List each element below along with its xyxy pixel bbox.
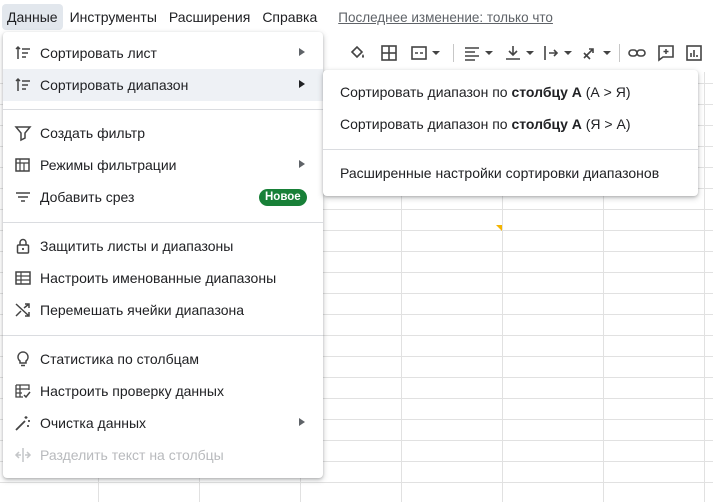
menu-item-label: Создать фильтр (40, 125, 145, 141)
named-ranges-icon (14, 269, 32, 287)
menu-item-label: Сортировать диапазон (40, 77, 189, 93)
submenu-arrow-icon (299, 160, 305, 168)
menu-item-label: Настроить проверку данных (40, 383, 224, 399)
filter-views-icon (14, 156, 32, 174)
toolbar-divider (619, 44, 620, 62)
filter-icon (14, 124, 32, 142)
link-icon[interactable] (627, 42, 647, 64)
merge-cells-icon[interactable] (409, 42, 441, 64)
submenu-item-column: столбцу A (511, 116, 582, 132)
menu-help[interactable]: Справка (257, 4, 322, 30)
text-rotation-icon[interactable] (580, 42, 612, 64)
new-badge: Новое (259, 189, 307, 206)
magic-wand-icon (14, 414, 32, 432)
menu-item-create-filter[interactable]: Создать фильтр (3, 117, 323, 149)
menu-tools[interactable]: Инструменты (65, 4, 162, 30)
menu-item-randomize[interactable]: Перемешать ячейки диапазона (3, 294, 323, 326)
menu-item-label: Разделить текст на столбцы (40, 447, 224, 463)
menu-divider (3, 335, 323, 336)
submenu-item-sort-za[interactable]: Сортировать диапазон по столбцу A (Я > А… (340, 116, 631, 132)
lightbulb-icon (14, 350, 32, 368)
menu-divider (3, 109, 323, 110)
fill-color-icon[interactable] (348, 42, 368, 64)
menu-item-label: Настроить именованные диапазоны (40, 270, 277, 286)
menu-item-label: Статистика по столбцам (40, 351, 200, 367)
menu-data[interactable]: Данные (2, 4, 63, 30)
data-menu: Сортировать лист Сортировать диапазон Со… (3, 32, 323, 478)
last-edit-link[interactable]: Последнее изменение: только что (338, 10, 553, 25)
menu-item-named-ranges[interactable]: Настроить именованные диапазоны (3, 262, 323, 294)
menu-item-data-validation[interactable]: Настроить проверку данных (3, 375, 323, 407)
submenu-item-sort-az[interactable]: Сортировать диапазон по столбцу A (А > Я… (340, 84, 631, 100)
submenu-item-advanced-sort[interactable]: Расширенные настройки сортировки диапазо… (340, 165, 659, 181)
menu-divider (3, 222, 323, 223)
menu-item-protect[interactable]: Защитить листы и диапазоны (3, 230, 323, 262)
comment-icon[interactable] (656, 42, 676, 64)
menu-extensions[interactable]: Расширения (164, 4, 255, 30)
menu-item-label: Режимы фильтрации (40, 157, 177, 173)
menu-item-split-text: Разделить текст на столбцы (3, 439, 323, 471)
submenu-item-order: (А > Я) (581, 84, 631, 100)
sort-range-submenu: Сортировать диапазон по столбцу A (А > Я… (323, 70, 698, 196)
cell-indicator (496, 225, 502, 231)
menu-item-label: Защитить листы и диапазоны (40, 238, 234, 254)
menu-item-add-slicer[interactable]: Добавить срез Новое (3, 181, 323, 213)
submenu-arrow-icon (299, 418, 305, 426)
align-left-icon[interactable] (462, 42, 494, 64)
submenu-item-order: (Я > А) (581, 116, 631, 132)
submenu-arrow-icon (299, 48, 305, 56)
menu-item-label: Перемешать ячейки диапазона (40, 302, 245, 318)
submenu-item-label: Сортировать диапазон по (340, 116, 512, 132)
vertical-align-icon[interactable] (503, 42, 535, 64)
menu-item-label: Сортировать лист (40, 45, 157, 61)
chart-icon[interactable] (684, 42, 704, 64)
menu-item-sort-sheet[interactable]: Сортировать лист (3, 37, 323, 69)
submenu-divider (323, 149, 698, 150)
submenu-arrow-icon (299, 80, 305, 88)
menu-item-filter-views[interactable]: Режимы фильтрации (3, 149, 323, 181)
toolbar-divider (453, 44, 454, 62)
menu-item-sort-range[interactable]: Сортировать диапазон (3, 69, 323, 101)
slicer-icon (14, 188, 32, 206)
sort-icon (14, 44, 32, 62)
text-wrap-icon[interactable] (541, 42, 573, 64)
sort-icon (14, 76, 32, 94)
submenu-item-column: столбцу A (511, 84, 582, 100)
borders-icon[interactable] (379, 42, 399, 64)
validation-icon (14, 382, 32, 400)
menu-item-data-cleanup[interactable]: Очистка данных (3, 407, 323, 439)
menu-item-label: Очистка данных (40, 415, 147, 431)
menubar: Данные Инструменты Расширения Справка По… (0, 0, 713, 34)
lock-icon (14, 237, 32, 255)
shuffle-icon (14, 301, 32, 319)
menu-item-column-stats[interactable]: Статистика по столбцам (3, 343, 323, 375)
submenu-item-label: Сортировать диапазон по (340, 84, 512, 100)
menu-item-label: Добавить срез (40, 189, 135, 205)
split-icon (14, 446, 32, 464)
